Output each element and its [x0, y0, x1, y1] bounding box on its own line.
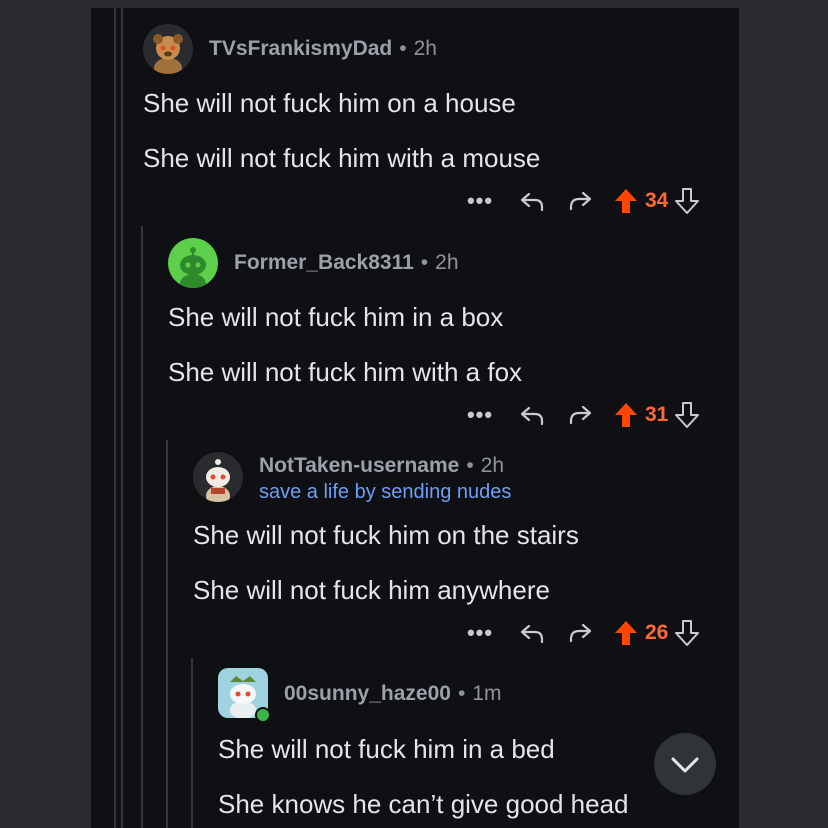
avatar[interactable]: [193, 452, 243, 502]
comment-line: She knows he can’t give good head: [218, 789, 629, 819]
comment-meta: Former_Back8311 • 2h: [234, 251, 459, 274]
more-options-icon[interactable]: •••: [465, 402, 495, 428]
comment-actions: ••• 34: [465, 184, 700, 218]
comment-meta: 00sunny_haze00 • 1m: [284, 682, 502, 705]
comment-line: She will not fuck him in a bed: [218, 734, 555, 764]
upvote-icon[interactable]: [613, 187, 639, 215]
username[interactable]: Former_Back8311: [234, 251, 414, 274]
reply-icon[interactable]: [517, 400, 547, 430]
username[interactable]: NotTaken-username: [259, 454, 459, 477]
downvote-icon[interactable]: [674, 401, 700, 429]
upvote-icon[interactable]: [613, 619, 639, 647]
downvote-icon[interactable]: [674, 619, 700, 647]
timestamp: 2h: [480, 454, 505, 477]
comment-line: She will not fuck him on a house: [143, 88, 516, 118]
share-icon[interactable]: [565, 400, 595, 430]
comment-line: She will not fuck him with a fox: [168, 357, 523, 387]
more-options-icon[interactable]: •••: [465, 188, 495, 214]
timestamp: 2h: [413, 37, 437, 60]
comment-actions: ••• 26: [465, 616, 700, 650]
comment-line: She will not fuck him in a box: [168, 302, 504, 332]
vote-score: 31: [645, 403, 669, 426]
downvote-icon[interactable]: [674, 187, 700, 215]
more-options-icon[interactable]: •••: [465, 620, 495, 646]
thread-line[interactable]: [121, 8, 123, 828]
timestamp: 1m: [472, 682, 502, 705]
share-icon[interactable]: [565, 186, 595, 216]
online-status-dot: [255, 707, 271, 723]
thread-line[interactable]: [114, 8, 116, 828]
comment-meta: TVsFrankismyDad • 2h: [209, 37, 437, 60]
vote-score: 34: [645, 189, 669, 212]
avatar[interactable]: [143, 24, 193, 74]
reply-icon[interactable]: [517, 618, 547, 648]
thread-line[interactable]: [166, 440, 168, 828]
avatar[interactable]: [168, 238, 218, 288]
username[interactable]: TVsFrankismyDad: [209, 37, 392, 60]
scroll-down-button[interactable]: [654, 733, 716, 795]
comment-actions: ••• 31: [465, 398, 700, 432]
upvote-icon[interactable]: [613, 401, 639, 429]
share-icon[interactable]: [565, 618, 595, 648]
username[interactable]: 00sunny_haze00: [284, 682, 451, 705]
reply-icon[interactable]: [517, 186, 547, 216]
timestamp: 2h: [435, 251, 459, 274]
comment-line: She will not fuck him anywhere: [193, 575, 550, 605]
chevron-down-icon: [671, 757, 699, 773]
comment-line: She will not fuck him with a mouse: [143, 143, 541, 173]
vote-score: 26: [645, 621, 669, 644]
comment-meta: NotTaken-username • 2h: [259, 454, 505, 477]
comment-line: She will not fuck him on the stairs: [193, 520, 579, 550]
user-flair: save a life by sending nudes: [259, 481, 512, 503]
comment-thread-panel: TVsFrankismyDad • 2h She will not fuck him…: [91, 8, 739, 828]
thread-line[interactable]: [141, 226, 143, 828]
thread-line[interactable]: [191, 658, 193, 828]
